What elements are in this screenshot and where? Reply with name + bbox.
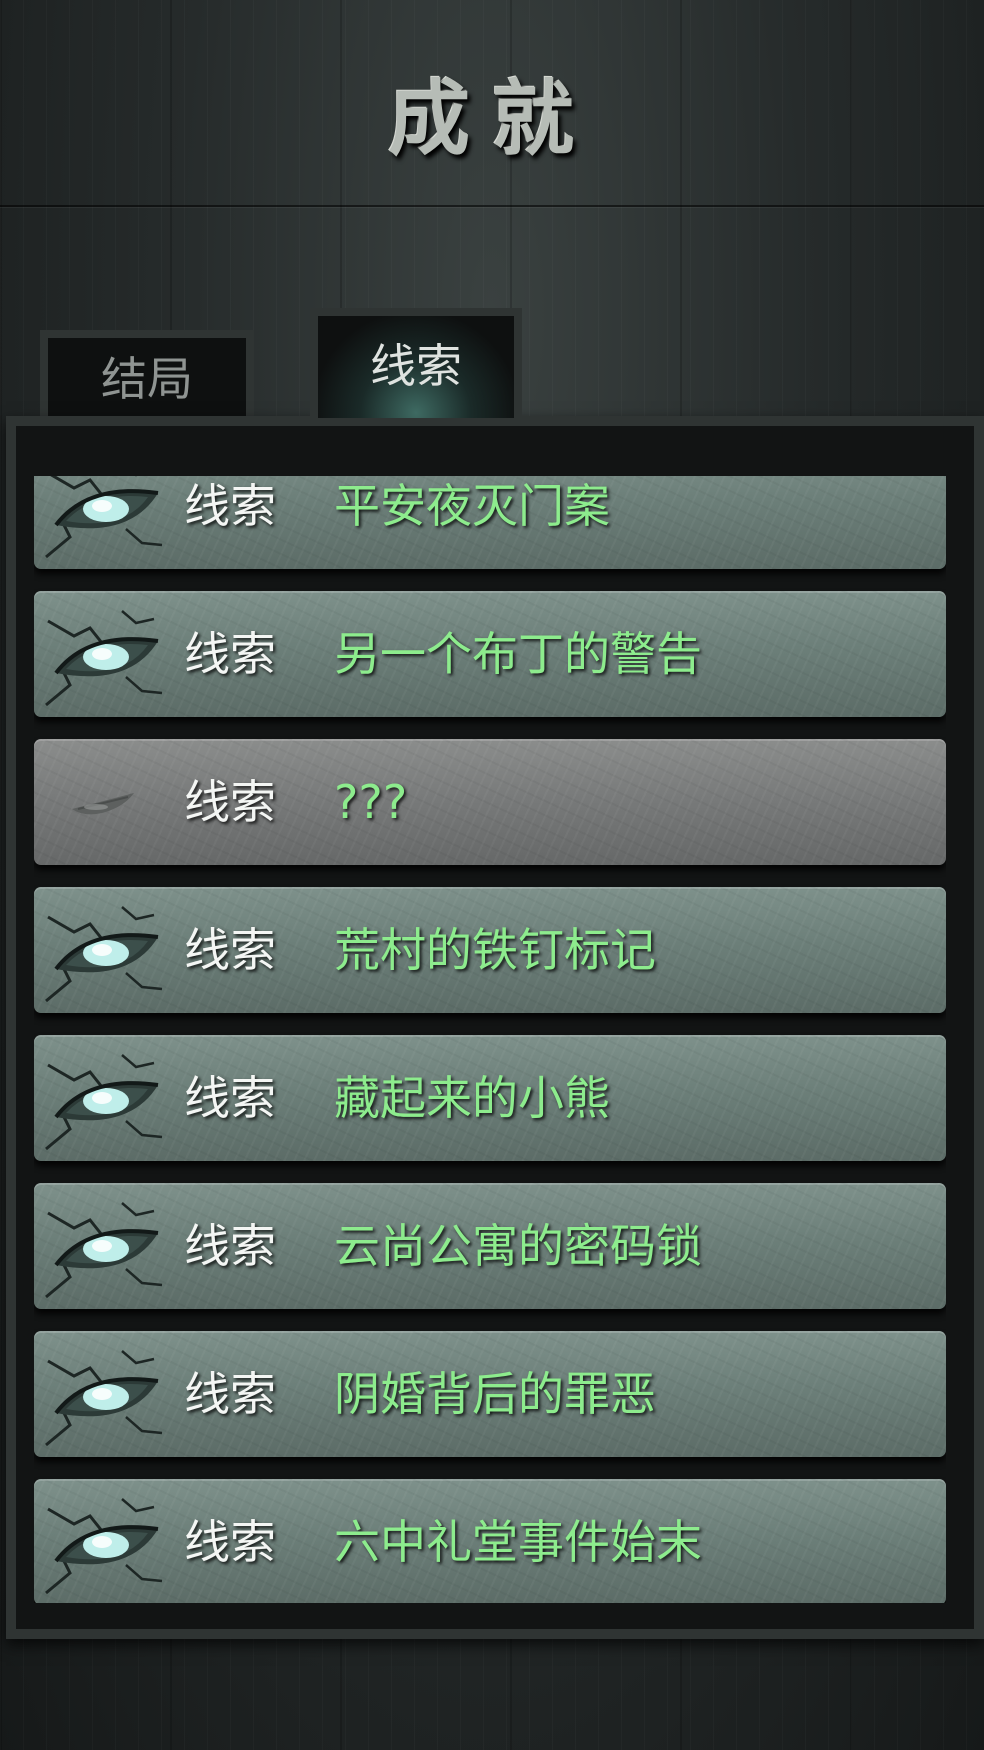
page-title: 成就 — [387, 72, 596, 167]
clue-item-2[interactable]: 线索 另一个布丁的警告 — [34, 591, 946, 717]
clue-item-4[interactable]: 线索 荒村的铁钉标记 — [34, 887, 946, 1013]
clue-item-name: 荒村的铁钉标记 — [334, 923, 656, 977]
clue-item-kind: 线索 — [184, 1515, 276, 1569]
clue-item-name: 另一个布丁的警告 — [334, 627, 702, 681]
clue-item-kind: 线索 — [184, 923, 276, 977]
cracked-eye-icon — [45, 476, 163, 559]
clue-item-kind: 线索 — [184, 1219, 276, 1273]
clue-item-kind: 线索 — [184, 1367, 276, 1421]
cracked-eye-icon — [45, 610, 163, 707]
clue-list-viewport[interactable]: 线索 平安夜灭门案 线索 另一个布丁的警告 线索 ??? 线索 荒村的铁钉标记 … — [34, 476, 946, 1603]
clue-item-name: 平安夜灭门案 — [334, 479, 610, 533]
cracked-eye-icon — [45, 1202, 163, 1299]
tab-ending[interactable]: 结局 — [40, 330, 254, 420]
clue-item-5[interactable]: 线索 藏起来的小熊 — [34, 1035, 946, 1161]
achievements-screen: 成就 结局 线索 线索 平安夜灭门案 线索 另一个布丁的警告 线索 ??? 线索… — [0, 0, 984, 1750]
clue-item-name: 六中礼堂事件始末 — [334, 1515, 702, 1569]
clue-item-6[interactable]: 线索 云尚公寓的密码锁 — [34, 1183, 946, 1309]
clue-item-name: ??? — [334, 775, 408, 829]
cracked-eye-icon — [45, 1498, 163, 1595]
clue-item-kind: 线索 — [184, 479, 276, 533]
cracked-eye-icon — [45, 906, 163, 1003]
tab-clue[interactable]: 线索 — [310, 308, 522, 418]
header: 成就 — [0, 0, 984, 207]
clue-item-8[interactable]: 线索 六中礼堂事件始末 — [34, 1479, 946, 1603]
cracked-eye-icon — [45, 1350, 163, 1447]
clue-item-3[interactable]: 线索 ??? — [34, 739, 946, 865]
clue-list: 线索 平安夜灭门案 线索 另一个布丁的警告 线索 ??? 线索 荒村的铁钉标记 … — [34, 476, 946, 1603]
clue-item-kind: 线索 — [184, 627, 276, 681]
clue-item-name: 云尚公寓的密码锁 — [334, 1219, 702, 1273]
clue-item-1[interactable]: 线索 平安夜灭门案 — [34, 476, 946, 569]
clue-item-7[interactable]: 线索 阴婚背后的罪恶 — [34, 1331, 946, 1457]
card-texture — [34, 739, 946, 865]
cracked-eye-icon — [45, 1054, 163, 1151]
closed-eye-icon — [72, 793, 134, 815]
clue-item-kind: 线索 — [184, 775, 276, 829]
clue-item-name: 阴婚背后的罪恶 — [334, 1367, 656, 1421]
clue-item-name: 藏起来的小熊 — [334, 1071, 610, 1125]
clue-item-kind: 线索 — [184, 1071, 276, 1125]
